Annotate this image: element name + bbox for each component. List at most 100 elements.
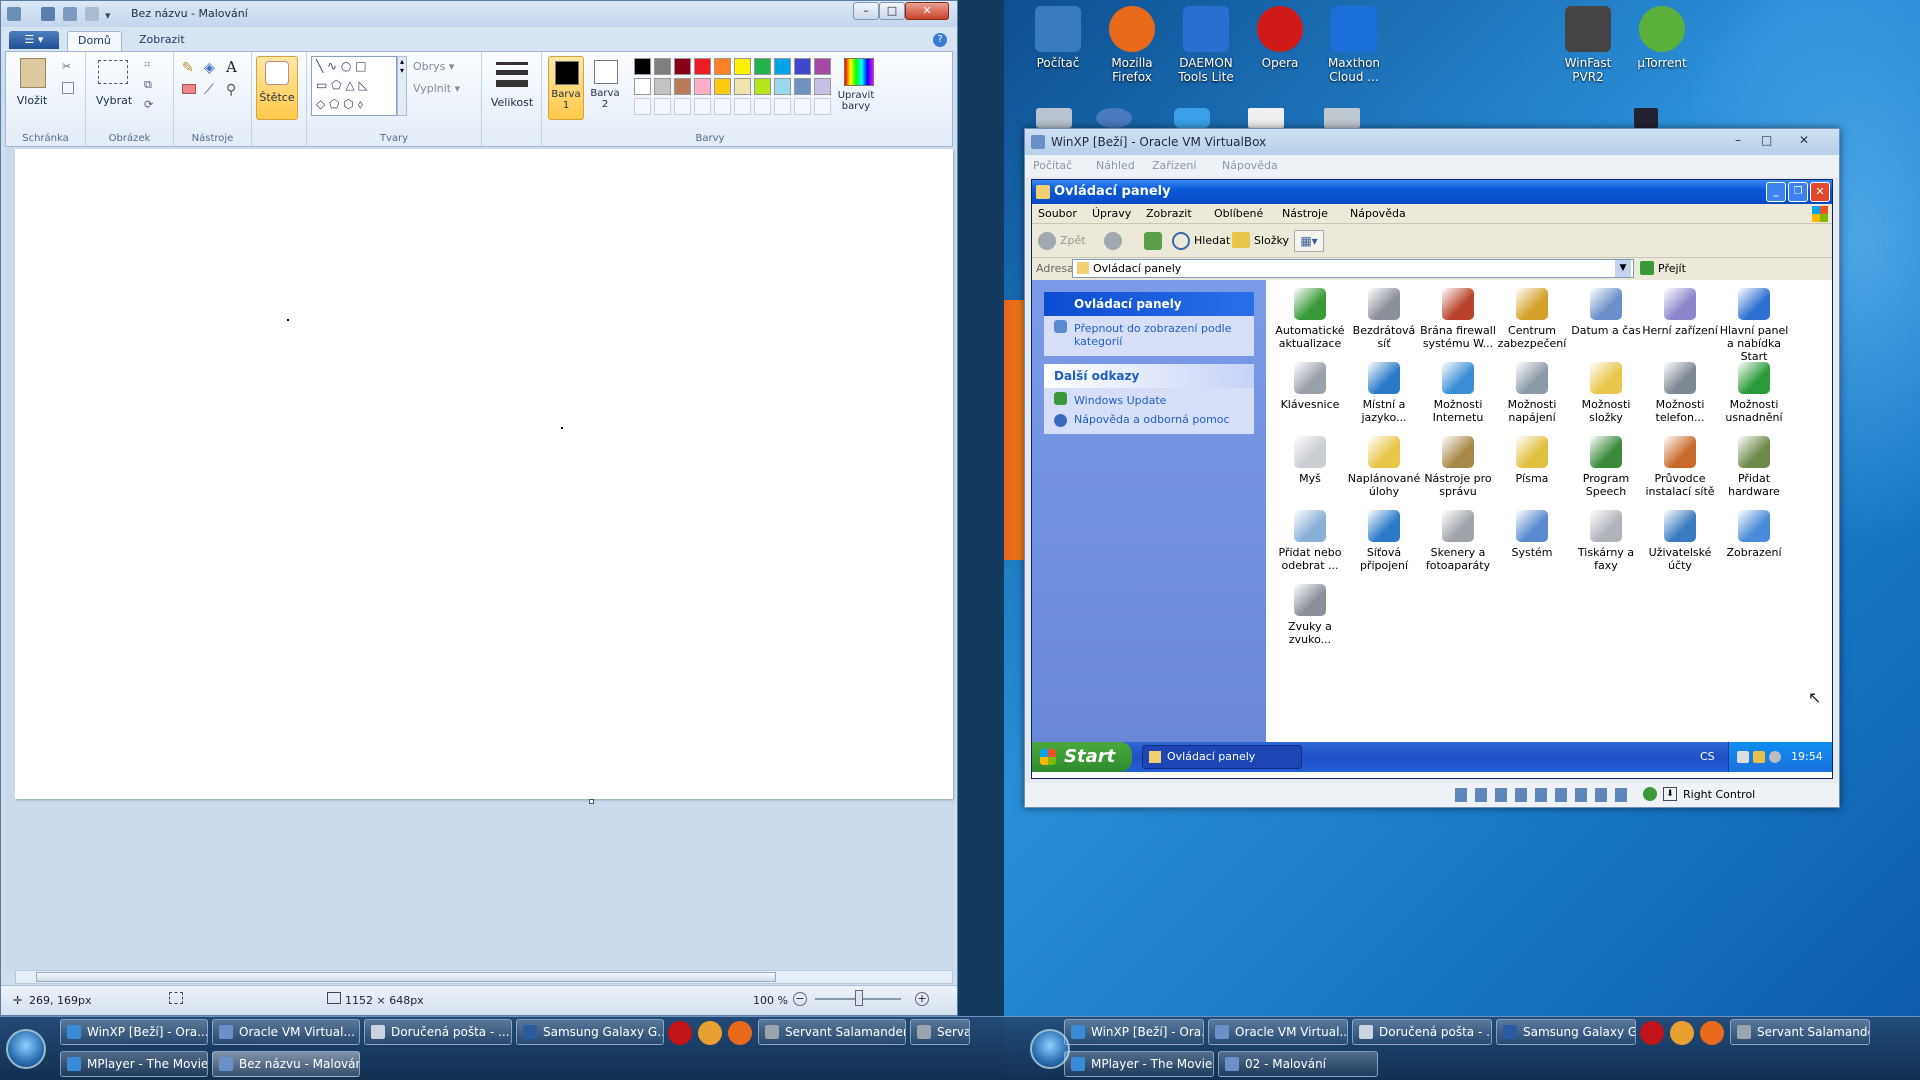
taskbar-button[interactable]: Servant Salamander bbox=[758, 1019, 906, 1045]
cut-icon[interactable]: ✂ bbox=[62, 60, 71, 73]
close-button[interactable]: ✕ bbox=[905, 2, 949, 20]
close-button[interactable]: ✕ bbox=[1810, 182, 1830, 202]
recycle-bin-icon[interactable] bbox=[1036, 108, 1072, 128]
select-button[interactable]: Vybrat bbox=[92, 94, 136, 107]
mouse-integration-icon[interactable] bbox=[1643, 787, 1657, 801]
taskbar-pinned-icon[interactable] bbox=[1640, 1021, 1664, 1045]
custom-color-slot[interactable] bbox=[814, 98, 831, 115]
control-panel-item[interactable]: Možnosti Internetu bbox=[1420, 362, 1496, 436]
desktop-file-icon[interactable] bbox=[1248, 108, 1284, 128]
canvas-resize-handle[interactable] bbox=[589, 799, 594, 804]
taskbar-button[interactable]: Servant S bbox=[910, 1019, 970, 1045]
paint-menu-button[interactable]: ☰ ▾ bbox=[9, 31, 59, 49]
tab-home[interactable]: Domů bbox=[67, 31, 122, 51]
taskbar-button[interactable]: MPlayer - The Movie... bbox=[1064, 1051, 1214, 1077]
shapes-scroll[interactable]: ▴ ▾ bbox=[397, 56, 407, 116]
control-panel-item[interactable]: Přidat hardware bbox=[1716, 436, 1792, 510]
xp-taskbar-button[interactable]: Ovládací panely bbox=[1142, 745, 1302, 769]
palette-swatch[interactable] bbox=[774, 78, 791, 95]
custom-color-slot[interactable] bbox=[694, 98, 711, 115]
start-orb[interactable] bbox=[6, 1029, 46, 1069]
control-panel-item[interactable]: Místní a jazyko... bbox=[1346, 362, 1422, 436]
minimize-button[interactable]: – bbox=[1735, 133, 1741, 147]
go-arrow-icon[interactable] bbox=[1640, 261, 1654, 275]
taskbar-button[interactable]: WinXP [Beží] - Ora... bbox=[1064, 1019, 1204, 1045]
control-panel-item[interactable]: Uživatelské účty bbox=[1642, 510, 1718, 584]
custom-color-slot[interactable] bbox=[774, 98, 791, 115]
search-icon[interactable] bbox=[1172, 232, 1190, 250]
taskbar-button[interactable]: Doručená pošta - ... bbox=[1352, 1019, 1492, 1045]
control-panel-item[interactable]: Centrum zabezpečení bbox=[1494, 288, 1570, 362]
network-icon[interactable] bbox=[1737, 751, 1749, 763]
control-panel-item[interactable]: Systém bbox=[1494, 510, 1570, 584]
control-panel-item[interactable]: Průvodce instalací sítě bbox=[1642, 436, 1718, 510]
security-shield-icon[interactable] bbox=[1753, 751, 1765, 763]
custom-color-slot[interactable] bbox=[714, 98, 731, 115]
up-folder-icon[interactable] bbox=[1144, 232, 1162, 250]
palette-swatch[interactable] bbox=[754, 58, 771, 75]
desktop-app-icon[interactable] bbox=[1324, 108, 1360, 128]
go-button[interactable]: Přejít bbox=[1658, 262, 1686, 275]
paste-button[interactable]: Vložit bbox=[12, 94, 52, 107]
control-panel-item[interactable]: Naplánované úlohy bbox=[1346, 436, 1422, 510]
rotate-icon[interactable]: ⟳ bbox=[144, 98, 153, 111]
xp-menu-item[interactable]: Zobrazit bbox=[1146, 207, 1192, 220]
control-panel-item[interactable]: Možnosti telefon... bbox=[1642, 362, 1718, 436]
taskbar-button[interactable]: Oracle VM Virtual... bbox=[1208, 1019, 1348, 1045]
color2-button[interactable]: Barva 2 bbox=[588, 56, 624, 120]
xp-menu-item[interactable]: Nástroje bbox=[1282, 207, 1328, 220]
vm-device-icons[interactable] bbox=[1455, 788, 1635, 802]
xp-menu-item[interactable]: Nápověda bbox=[1350, 207, 1406, 220]
back-icon[interactable] bbox=[1038, 232, 1056, 250]
desktop-app-icon[interactable] bbox=[1096, 108, 1132, 128]
control-panel-item[interactable]: Automatické aktualizace bbox=[1272, 288, 1348, 362]
undo-icon[interactable] bbox=[63, 7, 77, 21]
desktop-app-icon[interactable] bbox=[1634, 108, 1658, 128]
color1-button[interactable]: Barva 1 bbox=[548, 56, 584, 120]
tab-view[interactable]: Zobrazit bbox=[129, 31, 195, 51]
palette-swatch[interactable] bbox=[794, 78, 811, 95]
custom-color-slot[interactable] bbox=[654, 98, 671, 115]
folders-icon[interactable] bbox=[1232, 232, 1250, 248]
zoom-slider-thumb[interactable] bbox=[855, 990, 863, 1006]
taskbar-button[interactable]: Servant Salamander bbox=[1730, 1019, 1870, 1045]
taskbar-pinned-icon[interactable] bbox=[1700, 1021, 1724, 1045]
palette-swatch[interactable] bbox=[814, 58, 831, 75]
desktop-app-icon[interactable] bbox=[1174, 108, 1210, 128]
address-dropdown-icon[interactable]: ▼ bbox=[1615, 260, 1631, 277]
control-panel-item[interactable]: Tiskárny a faxy bbox=[1568, 510, 1644, 584]
pencil-icon[interactable]: ✎ bbox=[182, 60, 194, 76]
edit-colors-icon[interactable] bbox=[844, 58, 874, 86]
control-panel-item[interactable]: Přidat nebo odebrat ... bbox=[1272, 510, 1348, 584]
control-panel-item[interactable]: Herní zařízení bbox=[1642, 288, 1718, 362]
palette-swatch[interactable] bbox=[734, 78, 751, 95]
vbox-menu-item[interactable]: Náhled bbox=[1096, 159, 1135, 172]
palette-swatch[interactable] bbox=[814, 78, 831, 95]
control-panel-item[interactable]: Zobrazení bbox=[1716, 510, 1792, 584]
back-button[interactable]: Zpět bbox=[1060, 234, 1086, 247]
palette-swatch[interactable] bbox=[674, 58, 691, 75]
eraser-icon[interactable] bbox=[182, 84, 196, 94]
desktop-icon[interactable]: µTorrent bbox=[1622, 6, 1702, 70]
palette-swatch[interactable] bbox=[714, 78, 731, 95]
brushes-button[interactable]: Štětce bbox=[256, 56, 298, 120]
maximize-button[interactable]: □ bbox=[1761, 133, 1772, 147]
help-icon[interactable]: ? bbox=[933, 33, 947, 47]
palette-swatch[interactable] bbox=[794, 58, 811, 75]
xp-menu-item[interactable]: Soubor bbox=[1038, 207, 1077, 220]
help-support-link[interactable]: Nápověda a odborná pomoc bbox=[1044, 410, 1254, 434]
color-picker-icon[interactable]: ⟋ bbox=[204, 82, 214, 98]
maximize-button[interactable]: □ bbox=[879, 2, 905, 20]
fill-button[interactable]: Vyplnit ▾ bbox=[413, 82, 460, 95]
custom-color-slot[interactable] bbox=[794, 98, 811, 115]
forward-icon[interactable] bbox=[1104, 232, 1122, 250]
desktop-icon[interactable]: DAEMON Tools Lite bbox=[1166, 6, 1246, 84]
desktop-icon[interactable]: WinFast PVR2 bbox=[1548, 6, 1628, 84]
minimize-button[interactable]: – bbox=[853, 2, 879, 20]
fill-icon[interactable]: ◈ bbox=[204, 60, 215, 76]
taskbar-button[interactable]: WinXP [Beží] - Ora... bbox=[60, 1019, 208, 1045]
edit-colors-button[interactable]: Upravit barvy bbox=[834, 90, 878, 112]
control-panel-item[interactable]: Skenery a fotoaparáty bbox=[1420, 510, 1496, 584]
control-panel-item[interactable]: Možnosti složky bbox=[1568, 362, 1644, 436]
control-panel-item[interactable]: Myš bbox=[1272, 436, 1348, 510]
